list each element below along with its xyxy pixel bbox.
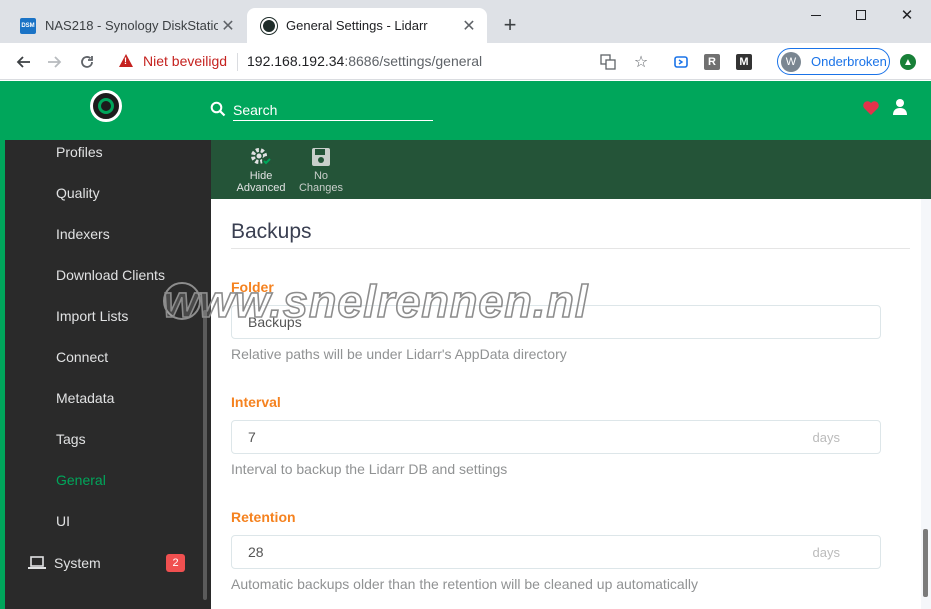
address-bar[interactable]: 192.168.192.34:8686/settings/general — [247, 53, 482, 69]
laptop-icon — [28, 556, 46, 569]
tab-lidarr[interactable]: General Settings - Lidarr ✕ — [247, 8, 487, 43]
sidebar-item-download-clients[interactable]: Download Clients — [56, 265, 165, 285]
interval-input[interactable]: 7 days — [231, 420, 881, 454]
retention-label: Retention — [231, 509, 296, 525]
sidebar-item-profiles[interactable]: Profiles — [56, 142, 103, 162]
app-header — [0, 81, 931, 140]
window-close-icon[interactable]: ✕ — [884, 4, 930, 26]
sidebar-accent-edge — [0, 140, 5, 609]
maximize-icon[interactable] — [838, 4, 884, 26]
m-extension-icon[interactable]: M — [736, 54, 752, 70]
forward-arrow-icon[interactable] — [42, 49, 68, 75]
heart-icon[interactable] — [861, 98, 881, 118]
tab-nas218[interactable]: DSM NAS218 - Synology DiskStation ✕ — [6, 8, 246, 43]
sidebar-item-import-lists[interactable]: Import Lists — [56, 306, 128, 326]
sidebar-item-general[interactable]: General — [56, 470, 106, 490]
lidarr-favicon-icon — [261, 17, 277, 34]
bookmark-star-icon[interactable]: ☆ — [632, 53, 650, 71]
profile-name: Onderbroken — [811, 54, 887, 69]
r-extension-icon[interactable]: R — [704, 54, 720, 70]
sidebar-item-tags[interactable]: Tags — [56, 429, 86, 449]
sidebar-item-indexers[interactable]: Indexers — [56, 224, 110, 244]
sidebar-item-metadata[interactable]: Metadata — [56, 388, 114, 408]
lidarr-logo-icon[interactable] — [90, 90, 122, 122]
browser-tab-bar: DSM NAS218 - Synology DiskStation ✕ Gene… — [0, 0, 931, 43]
user-icon[interactable] — [891, 98, 909, 116]
page-toolbar: Hide Advanced No Changes — [211, 140, 931, 199]
url-host: 192.168.192.34 — [247, 53, 345, 69]
browser-toolbar: Niet beveiligd 192.168.192.34:8686/setti… — [0, 43, 931, 80]
status-badge: 2 — [166, 554, 185, 572]
button-label: Hide — [249, 170, 273, 182]
no-changes-button[interactable]: No Changes — [297, 146, 345, 194]
reload-icon[interactable] — [74, 49, 100, 75]
content-scrollbar[interactable] — [923, 529, 928, 597]
retention-help-text: Automatic backups older than the retenti… — [231, 576, 698, 592]
interval-unit: days — [812, 430, 840, 445]
close-tab-icon[interactable]: ✕ — [218, 16, 238, 36]
warning-triangle-icon[interactable] — [119, 54, 133, 67]
new-tab-plus-icon[interactable]: + — [498, 12, 522, 37]
minimize-icon[interactable] — [793, 4, 839, 26]
extension-icon[interactable] — [672, 53, 690, 71]
sidebar-item-ui[interactable]: UI — [56, 511, 70, 531]
sidebar-scrollbar[interactable] — [203, 310, 207, 600]
tab-title: General Settings - Lidarr — [286, 18, 428, 33]
sidebar-item-quality[interactable]: Quality — [56, 183, 100, 203]
tab-title: NAS218 - Synology DiskStation — [45, 18, 218, 33]
update-arrow-icon[interactable]: ▲ — [900, 54, 916, 70]
sidebar-item-label: System — [54, 555, 101, 571]
button-label: Changes — [298, 182, 344, 194]
sidebar-item-system[interactable]: System — [28, 553, 101, 573]
sidebar: Profiles Quality Indexers Download Clien… — [0, 140, 211, 609]
screen: DSM NAS218 - Synology DiskStation ✕ Gene… — [0, 0, 931, 609]
retention-input[interactable]: 28 days — [231, 535, 881, 569]
url-path: :8686/settings/general — [344, 53, 483, 69]
interval-label: Interval — [231, 394, 281, 410]
interval-help-text: Interval to backup the Lidarr DB and set… — [231, 461, 508, 477]
url-separator — [237, 53, 238, 71]
search-input[interactable] — [233, 99, 433, 121]
button-label: Advanced — [236, 182, 286, 194]
gear-check-icon — [251, 148, 272, 166]
interval-value: 7 — [248, 429, 256, 445]
search-icon — [210, 101, 226, 117]
sidebar-item-connect[interactable]: Connect — [56, 347, 108, 367]
retention-value: 28 — [248, 544, 264, 560]
hide-advanced-button[interactable]: Hide Advanced — [235, 146, 287, 194]
watermark: www.snelrennen.nl — [162, 275, 589, 328]
back-arrow-icon[interactable] — [10, 49, 36, 75]
security-status[interactable]: Niet beveiligd — [143, 53, 227, 69]
close-tab-icon[interactable]: ✕ — [459, 16, 479, 36]
save-icon — [312, 148, 330, 166]
retention-unit: days — [812, 545, 840, 560]
folder-help-text: Relative paths will be under Lidarr's Ap… — [231, 346, 567, 362]
translate-icon[interactable] — [599, 53, 617, 71]
dsm-favicon-icon: DSM — [20, 17, 36, 34]
profile-button[interactable]: W Onderbroken — [777, 48, 890, 75]
section-divider — [231, 248, 910, 249]
section-title: Backups — [231, 220, 312, 243]
button-label: No — [313, 170, 329, 182]
avatar: W — [781, 51, 801, 72]
